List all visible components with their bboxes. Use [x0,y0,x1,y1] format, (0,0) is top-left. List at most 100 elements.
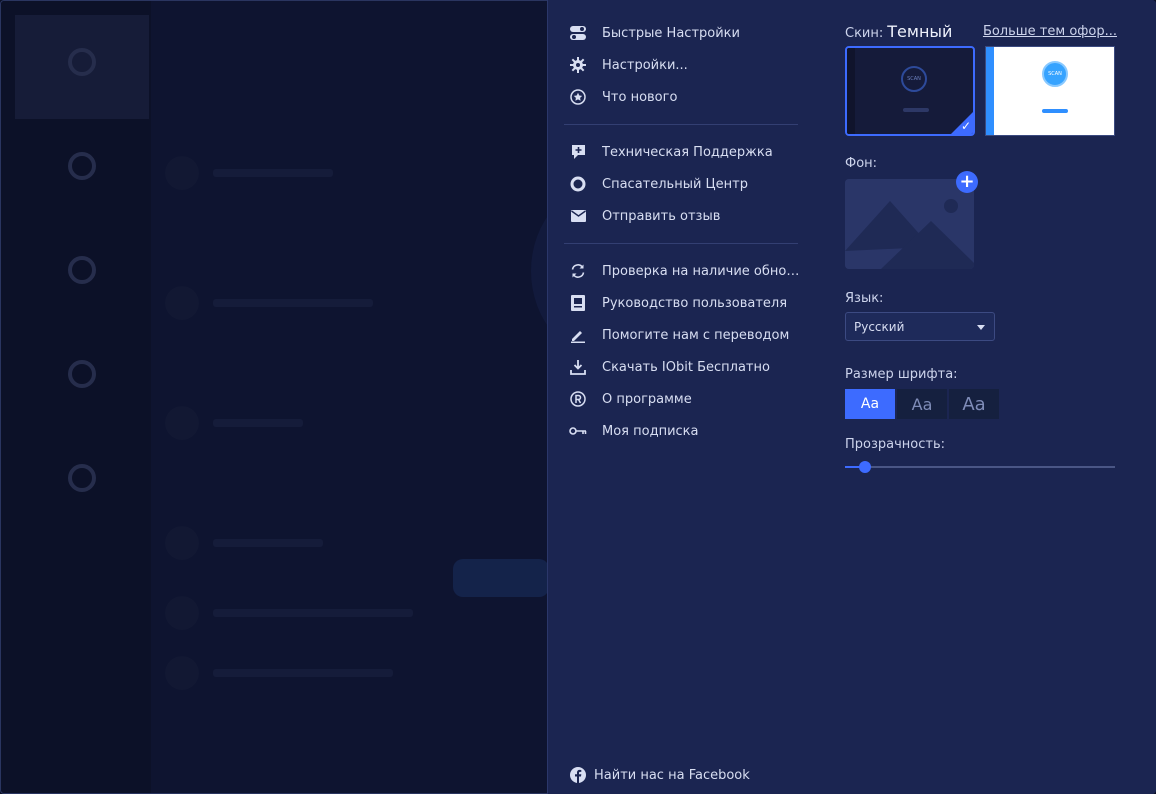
menu-item-label: Отправить отзыв [602,208,721,224]
star-icon [569,88,587,106]
background-nav-item [15,119,149,223]
thumbnail-sidebar [847,48,855,134]
main-menu: Быстрые Настройки Настройки... Что новог… [562,17,802,447]
menu-item-label: Проверка на наличие обновл... [602,263,802,279]
background-circle [165,596,199,630]
settings-panel: Быстрые Настройки Настройки... Что новог… [547,0,1156,794]
lifebuoy-icon [569,175,587,193]
font-size-options: Aa Aa Aa [845,389,999,419]
support-plus-icon [569,143,587,161]
background-line [213,169,333,177]
gear-icon [569,56,587,74]
background-line [213,299,373,307]
language-selected: Русский [854,319,905,334]
background-circle [165,406,199,440]
slider-handle[interactable] [858,461,871,473]
manual-icon [569,294,587,312]
image-placeholder-icon [845,179,974,269]
font-size-small-button[interactable]: Aa [845,389,895,419]
background-row [165,151,525,195]
menu-item-my-subscription[interactable]: Моя подписка [562,415,802,447]
transparency-label: Прозрачность: [845,437,946,452]
menu-item-label: Скачать IObit Бесплатно [602,359,770,375]
chevron-down-icon [977,325,985,330]
menu-item-label: Настройки... [602,57,688,73]
facebook-link[interactable]: Найти нас на Facebook [570,766,750,784]
menu-item-label: Помогите нам с переводом [602,327,790,343]
font-size-label: Размер шрифта: [845,367,958,382]
refresh-icon [569,262,587,280]
background-line [213,669,393,677]
thumbnail-scan-circle: SCAN [1042,61,1068,87]
menu-item-download-iobit[interactable]: Скачать IObit Бесплатно [562,351,802,383]
pencil-icon [569,326,587,344]
background-nav-item [15,327,149,431]
background-circle [165,286,199,320]
skin-thumbnail-light[interactable]: SCAN [985,46,1115,136]
language-label: Язык: [845,291,884,306]
background-nav-icon [68,464,96,492]
slider-fill [845,466,859,468]
add-background-button[interactable]: + [956,171,978,193]
thumbnail-sidebar [986,47,994,135]
menu-item-label: О программе [602,391,692,407]
check-icon: ✓ [960,119,971,133]
thumbnail-button [1042,109,1068,113]
menu-item-check-updates[interactable]: Проверка на наличие обновл... [562,255,802,287]
background-circle [165,656,199,690]
menu-separator [564,124,798,125]
skin-thumbnail-dark[interactable]: SCAN ✓ [845,46,975,136]
background-pill [453,559,549,597]
more-themes-link[interactable]: Больше тем офор... [983,24,1117,39]
background-row [165,651,525,695]
skin-row: Скин: Темный Больше тем офор... [845,22,1117,42]
menu-item-whats-new[interactable]: Что нового [562,81,802,113]
menu-item-user-manual[interactable]: Руководство пользователя [562,287,802,319]
menu-item-label: Руководство пользователя [602,295,788,311]
skin-value: Темный [887,22,953,41]
font-size-medium-button[interactable]: Aa [897,389,947,419]
background-label: Фон: [845,156,878,171]
menu-item-label: Моя подписка [602,423,699,439]
menu-item-quick-settings[interactable]: Быстрые Настройки [562,17,802,49]
menu-item-settings[interactable]: Настройки... [562,49,802,81]
appearance-settings: Скин: Темный Больше тем офор... SCAN ✓ SC… [845,0,1145,794]
registered-icon [569,390,587,408]
menu-item-label: Что нового [602,89,678,105]
background-nav-item [15,431,149,535]
menu-item-tech-support[interactable]: Техническая Поддержка [562,136,802,168]
background-row [165,591,525,635]
background-nav-item [15,223,149,327]
background-sidebar [1,1,151,793]
thumbnail-scan-circle: SCAN [901,66,927,92]
background-line [213,539,323,547]
background-circle [165,156,199,190]
background-line [213,419,303,427]
font-size-large-button[interactable]: Aa [949,389,999,419]
background-nav-icon [68,256,96,284]
mail-icon [569,207,587,225]
background-image-thumbnail[interactable] [845,179,974,269]
thumbnail-button [903,108,929,112]
menu-item-help-translate[interactable]: Помогите нам с переводом [562,319,802,351]
menu-item-about[interactable]: О программе [562,383,802,415]
download-icon [569,358,587,376]
menu-item-label: Техническая Поддержка [602,144,773,160]
background-main [151,1,551,793]
background-row [165,281,525,325]
menu-item-rescue-center[interactable]: Спасательный Центр [562,168,802,200]
language-select[interactable]: Русский [845,312,995,341]
skin-label: Скин: [845,26,884,41]
transparency-slider[interactable] [845,461,1115,473]
menu-item-feedback[interactable]: Отправить отзыв [562,200,802,232]
background-row [165,401,525,445]
facebook-label: Найти нас на Facebook [594,767,750,783]
menu-separator [564,243,798,244]
background-line [213,609,413,617]
background-nav-icon [68,360,96,388]
facebook-icon [570,767,586,783]
background-nav-icon [68,152,96,180]
toggle-icon [569,24,587,42]
background-nav-icon [68,48,96,76]
background-circle [165,526,199,560]
